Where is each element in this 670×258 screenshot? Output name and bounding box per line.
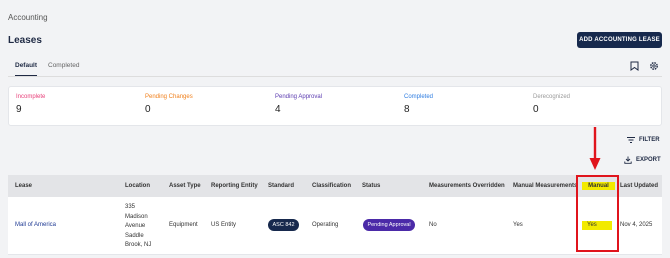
stat-value: 8 — [404, 104, 410, 115]
tab-default[interactable]: Default — [15, 62, 38, 76]
location-line: Saddle — [125, 232, 144, 239]
reporting-entity-cell: US Entity — [211, 222, 237, 228]
stat-completed[interactable]: Completed 8 — [404, 94, 433, 115]
filter-label: FILTER — [639, 137, 660, 143]
column-header-status[interactable]: Status — [362, 183, 380, 189]
stat-incomplete[interactable]: Incomplete 9 — [16, 94, 45, 115]
stat-derecognized[interactable]: Derecognized 0 — [533, 94, 570, 115]
gear-icon[interactable] — [648, 60, 660, 72]
table-header: Lease Location Asset Type Reporting Enti… — [8, 175, 662, 197]
stat-label: Pending Changes — [145, 94, 193, 100]
stat-value: 0 — [145, 104, 151, 115]
page-title: Leases — [8, 35, 42, 46]
export-label: EXPORT — [636, 157, 661, 163]
last-updated-cell: Nov 4, 2025 — [620, 222, 653, 228]
location-line: Avenue — [125, 223, 146, 229]
stat-label: Completed — [404, 94, 434, 100]
column-header-reporting-entity[interactable]: Reporting Entity — [211, 183, 258, 189]
tab-completed[interactable]: Completed — [48, 62, 79, 75]
column-header-lease[interactable]: Lease — [15, 183, 32, 189]
stat-value: 0 — [533, 104, 539, 115]
column-header-standard[interactable]: Standard — [268, 183, 294, 189]
location-line: 335 — [125, 204, 136, 210]
filter-icon — [627, 137, 635, 143]
bookmark-icon[interactable] — [628, 60, 640, 72]
column-header-location[interactable]: Location — [125, 183, 150, 189]
column-header-manual-measurements[interactable]: Manual Measurements — [513, 183, 577, 189]
stat-pending-changes[interactable]: Pending Changes 0 — [145, 94, 193, 115]
stat-value: 9 — [16, 104, 22, 115]
location-line: Brook, NJ — [125, 242, 152, 248]
column-header-asset-type[interactable]: Asset Type — [169, 183, 201, 189]
location-line: Madison — [125, 213, 148, 220]
table-row[interactable]: Mall of America 335 Madison Avenue Saddl… — [8, 197, 662, 255]
stat-value: 4 — [275, 104, 281, 115]
add-accounting-lease-button[interactable]: ADD ACCOUNTING LEASE — [577, 32, 662, 48]
column-header-measurements-overridden[interactable]: Measurements Overridden — [429, 183, 505, 189]
stat-label: Derecognized — [533, 94, 571, 100]
asset-type-cell: Equipment — [169, 222, 198, 228]
measurements-overridden-cell: No — [429, 222, 437, 228]
status-badge: Pending Approval — [363, 219, 415, 231]
column-header-classification[interactable]: Classification — [312, 183, 351, 189]
manual-measurements-cell: Yes — [513, 222, 523, 228]
status-summary-card: Incomplete 9 Pending Changes 0 Pending A… — [8, 86, 662, 126]
annotation-arrow-icon — [589, 127, 601, 170]
tabs-divider — [8, 76, 662, 77]
download-icon — [624, 156, 632, 164]
lease-link[interactable]: Mall of America — [15, 222, 56, 228]
stat-label: Incomplete — [16, 94, 46, 100]
classification-cell: Operating — [312, 222, 339, 228]
stat-label: Pending Approval — [275, 94, 323, 100]
column-header-last-updated[interactable]: Last Updated — [620, 183, 658, 189]
filter-button[interactable]: FILTER — [627, 137, 660, 143]
location-cell: 335 Madison Avenue Saddle Brook, NJ — [125, 203, 151, 251]
stat-pending-approval[interactable]: Pending Approval 4 — [275, 94, 322, 115]
standard-badge: ASC 842 — [268, 219, 299, 231]
annotation-highlight-box — [576, 175, 619, 252]
export-button[interactable]: EXPORT — [624, 156, 661, 164]
breadcrumb: Accounting — [8, 13, 48, 22]
